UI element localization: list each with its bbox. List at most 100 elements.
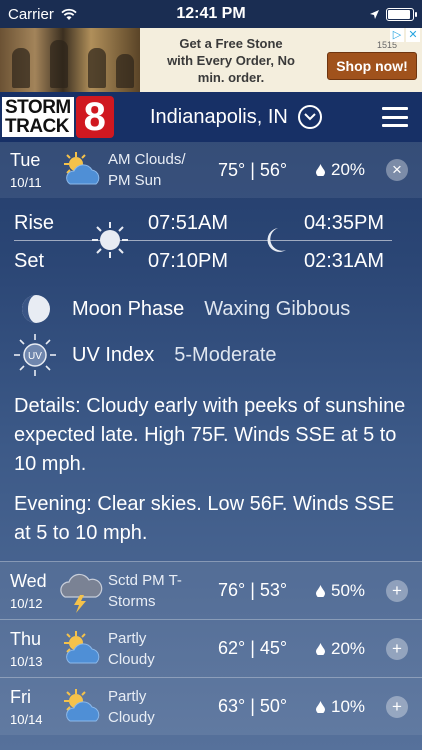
partly-cloudy-icon	[64, 688, 100, 721]
uv-index-icon: UV	[14, 334, 56, 376]
day-column: Tue 10/11	[0, 150, 56, 190]
day-column: Wed 10/12	[0, 571, 56, 611]
today-forecast-row[interactable]: Tue 10/11 AM Clouds/ PM Sun 75° | 56° 20…	[0, 142, 422, 198]
day-column: Fri 10/14	[0, 687, 56, 727]
raindrop-icon	[316, 584, 325, 597]
moon-phase-label: Moon Phase	[72, 297, 185, 320]
hamburger-menu-icon[interactable]	[382, 107, 408, 127]
status-right	[254, 7, 417, 21]
expand-button[interactable]: +	[386, 579, 408, 602]
moonset-time: 02:31AM	[304, 250, 385, 272]
condition-line: Sctd PM T-	[108, 571, 182, 589]
wifi-icon	[61, 8, 77, 20]
precip-value: 20%	[331, 160, 366, 179]
condition-line: Partly	[108, 629, 147, 647]
forecast-row[interactable]: Wed 10/12 Sctd PM T- Storms 76° | 53° 50…	[0, 561, 422, 619]
day-date: 10/11	[10, 175, 42, 190]
ad-text-line: Get a Free Stone	[179, 35, 283, 51]
condition-line: Storms	[108, 592, 156, 610]
ad-choices-icon[interactable]: ▷	[390, 28, 404, 42]
ad-image[interactable]	[0, 28, 140, 92]
precipitation: 50%	[316, 581, 376, 601]
condition-line: Cloudy	[108, 708, 155, 726]
day-name: Fri	[10, 686, 31, 707]
forecast-row[interactable]: Fri 10/14 Partly Cloudy 63° | 50° 10% +	[0, 677, 422, 735]
moonrise-time: 04:35PM	[304, 212, 385, 234]
day-name: Thu	[10, 628, 42, 649]
carrier-label: Carrier	[8, 5, 54, 23]
uv-index-label: UV Index	[72, 343, 155, 366]
logo-line: TRACK	[5, 116, 69, 137]
sunset-time: 07:10PM	[148, 250, 229, 272]
moon-phase-value: Waxing Gibbous	[204, 297, 351, 320]
temperature-high-low: 63° | 50°	[218, 696, 288, 716]
uv-icon-text: UV	[28, 351, 42, 362]
day-date: 10/14	[10, 711, 43, 727]
forecast-row[interactable]: Thu 10/13 Partly Cloudy 62° | 45° 20% +	[0, 619, 422, 677]
temperature-high-low: 62° | 45°	[218, 638, 288, 658]
sun-icon	[92, 222, 128, 258]
raindrop-icon	[316, 642, 325, 655]
expand-button[interactable]: +	[386, 695, 408, 718]
uv-index-value: 5-Moderate	[174, 343, 277, 366]
moon-crescent-icon	[267, 228, 286, 252]
ad-banner[interactable]: Get a Free Stone with Every Order, No mi…	[0, 28, 422, 92]
status-bar: Carrier 12:41 PM	[0, 0, 422, 28]
city-name[interactable]: Indianapolis, IN	[150, 106, 288, 129]
ad-text[interactable]: Get a Free Stone with Every Order, No mi…	[140, 35, 322, 86]
condition-line: Cloudy	[108, 650, 155, 668]
logo-line: STORM	[5, 97, 71, 118]
forecast-details-text: Details: Cloudy early with peeks of suns…	[14, 395, 406, 475]
ad-shop-button[interactable]: Shop now!	[327, 52, 417, 80]
day-date: 10/13	[10, 653, 43, 669]
day-name: Wed	[10, 570, 47, 591]
moon-phase-row: Moon Phase Waxing Gibbous	[0, 286, 422, 332]
moon-phase-icon	[22, 295, 50, 323]
condition-text: Sctd PM T- Storms	[108, 570, 216, 612]
temperature-high-low: 76° | 53°	[218, 580, 288, 600]
set-label: Set	[14, 250, 45, 272]
status-left: Carrier	[8, 6, 168, 23]
app-header: STORM TRACK 8 Indianapolis, IN	[0, 92, 422, 142]
condition-text: AM Clouds/ PM Sun	[108, 149, 216, 191]
collapse-button[interactable]: ×	[386, 159, 408, 181]
temperature-high-low: 75° | 56°	[218, 159, 288, 180]
chevron-down-icon	[304, 113, 316, 121]
rise-set-panel: Rise Set 07:51AM 07:10PM 04:35PM 02:31AM	[0, 198, 422, 282]
ad-close-icon[interactable]: ✕	[406, 28, 420, 42]
uv-index-row: UV UV Index 5-Moderate	[0, 332, 422, 378]
raindrop-icon	[316, 164, 325, 176]
horizon-line	[14, 240, 392, 241]
rise-label: Rise	[14, 212, 55, 234]
logo-words: STORM TRACK	[2, 97, 74, 137]
condition-text: Partly Cloudy	[108, 686, 216, 728]
condition-line: AM Clouds/	[108, 151, 186, 168]
location-arrow-icon	[370, 9, 379, 19]
ad-choices[interactable]: ▷ ✕	[390, 28, 420, 42]
condition-line: PM Sun	[108, 172, 162, 189]
city-dropdown-button[interactable]	[297, 105, 322, 129]
day-date: 10/12	[10, 595, 43, 611]
precipitation: 20%	[316, 160, 376, 180]
ad-text-line: min. order.	[197, 69, 265, 85]
partly-cloudy-icon	[64, 630, 100, 663]
expand-button[interactable]: +	[386, 637, 408, 660]
day-column: Thu 10/13	[0, 629, 56, 669]
precipitation: 10%	[316, 697, 376, 717]
condition-line: Partly	[108, 687, 147, 705]
status-time: 12:41 PM	[176, 5, 246, 22]
precip-value: 10%	[331, 696, 366, 716]
partly-cloudy-icon	[64, 152, 100, 185]
ad-text-line: with Every Order, No	[167, 52, 295, 68]
evening-forecast-text: Evening: Clear skies. Low 56F. Winds SSE…	[14, 493, 395, 544]
battery-icon	[386, 7, 417, 21]
precip-value: 50%	[331, 580, 366, 600]
condition-text: Partly Cloudy	[108, 628, 216, 670]
storm-track-logo: STORM TRACK 8	[2, 95, 138, 139]
sunrise-time: 07:51AM	[148, 212, 229, 234]
precipitation: 20%	[316, 639, 376, 659]
logo-number: 8	[75, 96, 114, 138]
ad-side: 1515 Shop now! ▷ ✕	[322, 28, 422, 92]
day-name: Tue	[10, 150, 41, 170]
thunderstorm-icon	[60, 573, 103, 613]
